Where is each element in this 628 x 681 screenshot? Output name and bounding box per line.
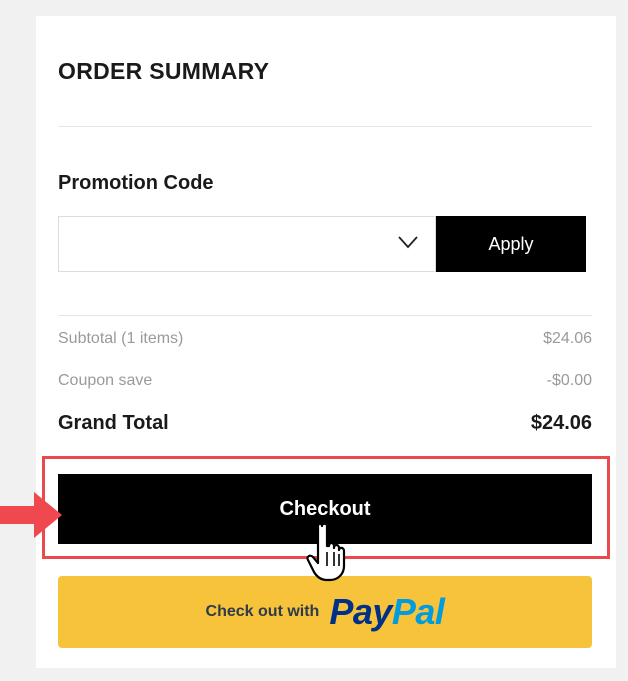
coupon-label: Coupon save: [58, 372, 153, 389]
grand-total-label: Grand Total: [58, 412, 169, 434]
coupon-row: Coupon save -$0.00: [58, 372, 592, 390]
promotion-code-label: Promotion Code: [58, 172, 214, 194]
subtotal-label: Subtotal (1 items): [58, 330, 184, 347]
chevron-down-icon: [398, 236, 418, 249]
paypal-logo-pay: Pay: [329, 591, 392, 632]
divider: [58, 126, 592, 127]
paypal-logo: PayPal: [329, 591, 445, 633]
divider: [58, 315, 592, 316]
apply-button[interactable]: Apply: [436, 216, 586, 272]
promotion-code-select[interactable]: [58, 216, 436, 272]
order-summary-title: ORDER SUMMARY: [58, 58, 270, 84]
paypal-logo-pal: Pal: [391, 591, 445, 632]
pointer-arrow-icon: [0, 492, 62, 538]
coupon-value: -$0.00: [546, 372, 592, 389]
grand-total-value: $24.06: [530, 412, 592, 434]
paypal-checkout-button[interactable]: Check out with PayPal: [58, 576, 592, 648]
hand-cursor-icon: [306, 522, 346, 582]
subtotal-row: Subtotal (1 items) $24.06: [58, 330, 592, 348]
paypal-prefix-text: Check out with: [205, 603, 320, 620]
grand-total-row: Grand Total $24.06: [58, 412, 592, 435]
subtotal-value: $24.06: [543, 330, 592, 347]
